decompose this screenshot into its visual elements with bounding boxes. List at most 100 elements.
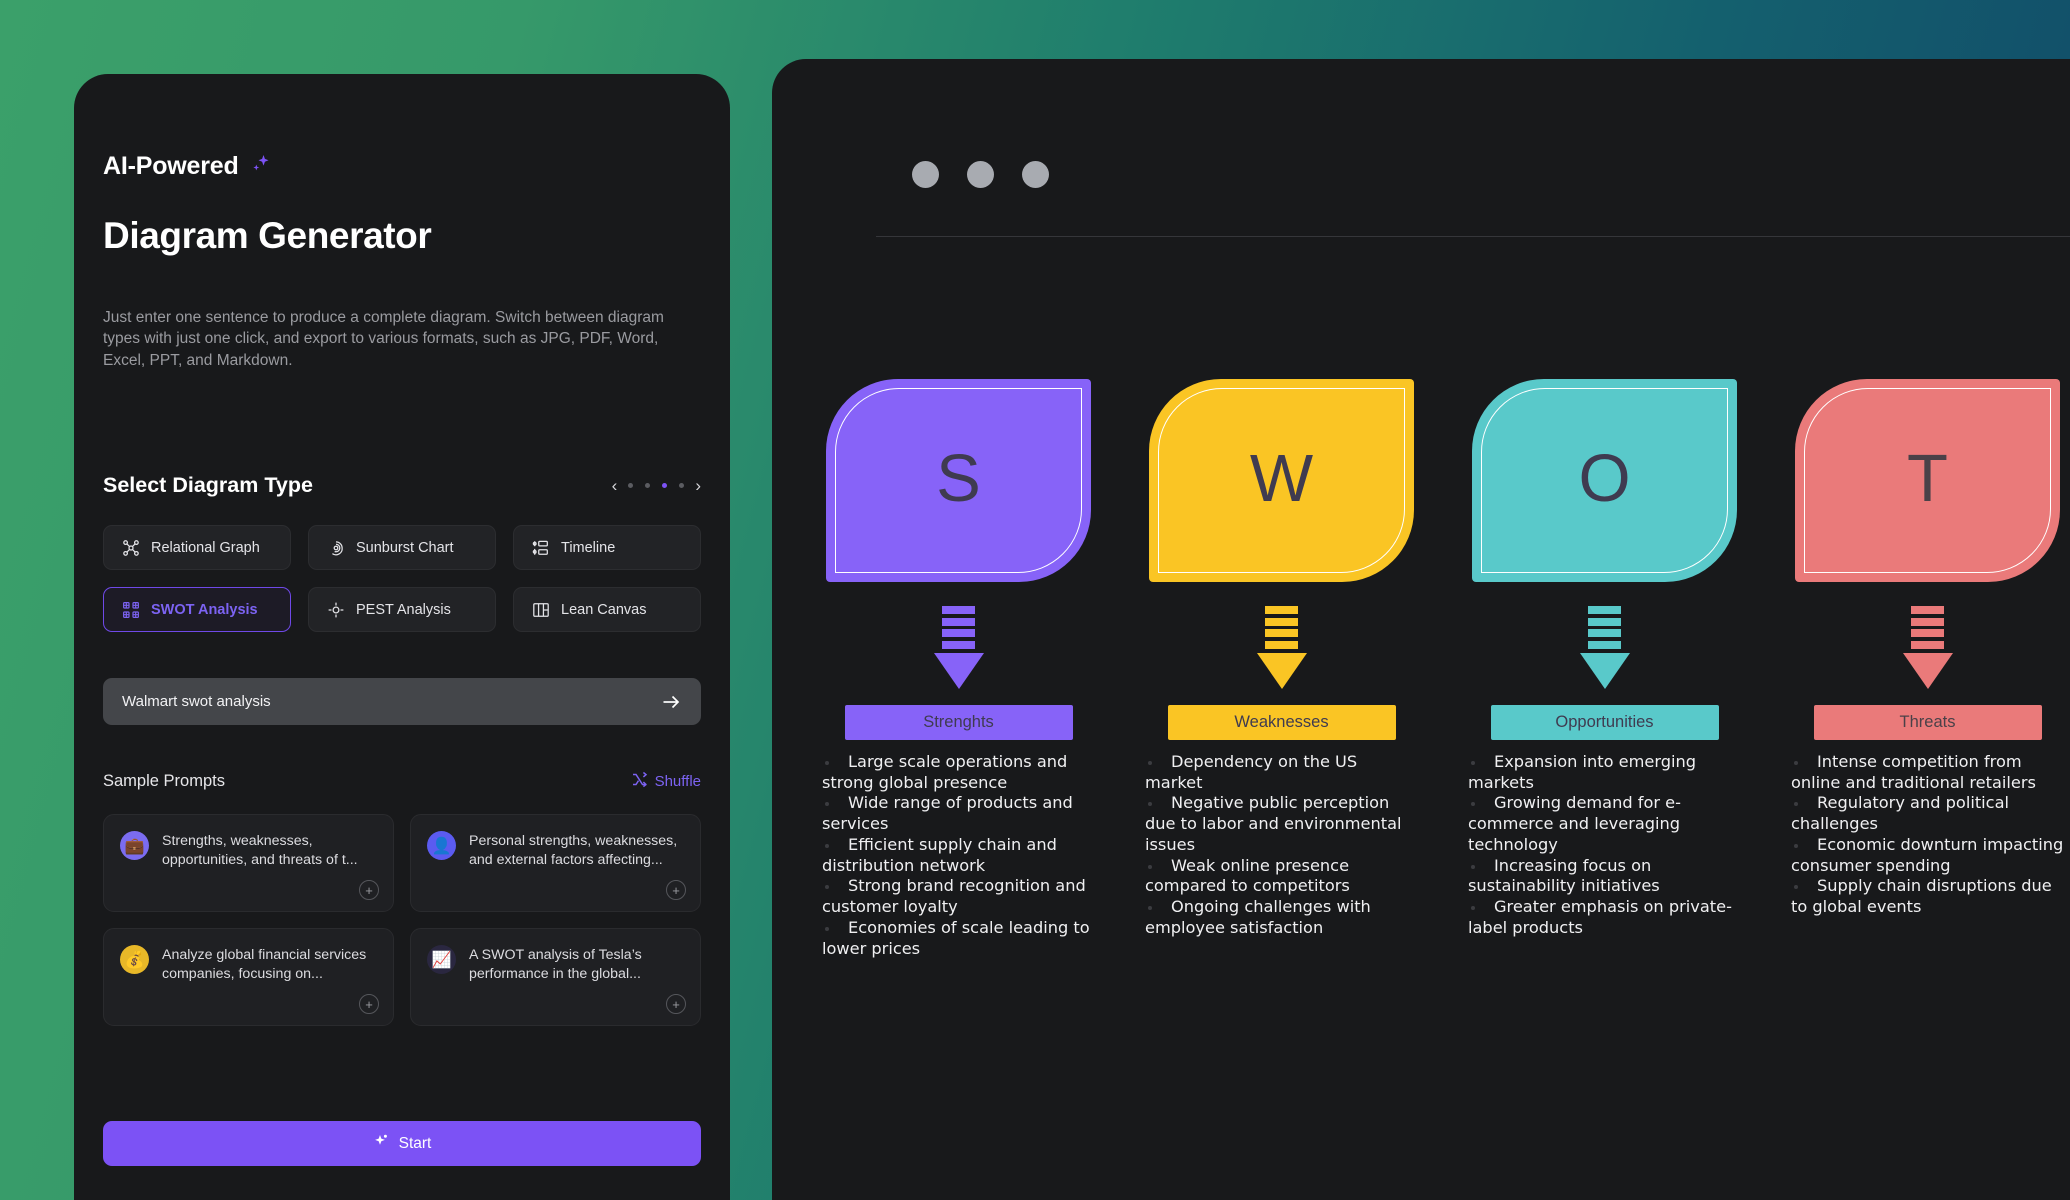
swot-category-label: Threats — [1813, 705, 2042, 740]
diagram-type-label: Timeline — [561, 539, 616, 556]
down-arrow-icon — [1252, 606, 1312, 689]
ai-powered-label: AI-Powered — [103, 152, 239, 180]
timeline-icon — [532, 539, 550, 557]
swot-quadrant-weaknesses: W Weaknesses Dependency on the US market Ne… — [1139, 379, 1424, 1079]
start-label: Start — [398, 1134, 432, 1152]
pest-analysis-icon — [327, 601, 345, 619]
sample-prompt-card[interactable]: 💼 Strengths, weaknesses, opportunities, a… — [103, 814, 394, 913]
diagram-type-lean-canvas[interactable]: Lean Canvas — [513, 587, 701, 633]
swot-letter-shape[interactable]: S — [826, 379, 1091, 582]
add-prompt-button[interactable]: + — [666, 880, 686, 901]
window-dot-close[interactable] — [912, 161, 939, 188]
add-prompt-button[interactable]: + — [359, 880, 379, 901]
swot-quadrant-threats: T Threats Intense competition from online … — [1785, 379, 2070, 1079]
lean-canvas-icon — [532, 601, 550, 619]
swot-category-label: Weaknesses — [1167, 705, 1396, 740]
money-icon: 💰 — [120, 945, 149, 975]
briefcase-icon: 💼 — [120, 831, 149, 861]
diagram-type-label: Sunburst Chart — [356, 539, 454, 556]
down-arrow-icon — [1898, 606, 1958, 689]
pager-dot[interactable] — [679, 483, 685, 489]
swot-quadrant-opportunities: O Opportunities Expansion into emerging ma… — [1462, 379, 1747, 1079]
swot-item: Intense competition from online and trad… — [1791, 752, 2064, 793]
pager-dot[interactable] — [628, 483, 634, 489]
swot-letter: T — [1907, 441, 1948, 516]
diagram-canvas-panel: S Strenghts Large scale operations and str… — [772, 59, 2070, 1200]
swot-quadrant-strenghts: S Strenghts Large scale operations and str… — [816, 379, 1101, 1079]
add-prompt-button[interactable]: + — [666, 994, 686, 1015]
swot-letter-shape[interactable]: T — [1795, 379, 2060, 582]
sample-prompt-text: Analyze global financial services compan… — [162, 947, 367, 983]
diagram-type-swot-analysis[interactable]: SWOT Analysis — [103, 587, 291, 633]
shuffle-label: Shuffle — [654, 773, 701, 791]
add-prompt-button[interactable]: + — [359, 994, 379, 1015]
arrow-right-icon[interactable] — [660, 691, 682, 713]
diagram-type-sunburst-chart[interactable]: Sunburst Chart — [308, 525, 496, 571]
swot-letter-shape[interactable]: W — [1149, 379, 1414, 582]
diagram-type-relational-graph[interactable]: Relational Graph — [103, 525, 291, 571]
swot-item-list: Large scale operations and strong global… — [816, 752, 1101, 959]
prompt-input[interactable] — [122, 693, 660, 711]
sample-prompt-text: Personal strengths, weaknesses, and exte… — [469, 833, 678, 869]
sample-prompt-card[interactable]: 📈 A SWOT analysis of Tesla’s performance … — [410, 928, 701, 1027]
prompt-input-container[interactable] — [103, 678, 701, 726]
swot-item: Expansion into emerging markets — [1468, 752, 1741, 793]
toolbar-divider — [876, 236, 2070, 237]
swot-item: Economic downturn impacting consumer spe… — [1791, 834, 2064, 875]
diagram-type-label: Relational Graph — [151, 539, 260, 556]
sample-prompt-card[interactable]: 👤 Personal strengths, weaknesses, and ext… — [410, 814, 701, 913]
section-title: Select Diagram Type — [103, 473, 313, 498]
sunburst-chart-icon — [327, 539, 345, 557]
shuffle-button[interactable]: Shuffle — [631, 771, 701, 792]
chart-line-icon: 📈 — [427, 945, 456, 975]
pager-dot[interactable] — [645, 483, 651, 489]
swot-item: Dependency on the US market — [1145, 752, 1418, 793]
down-arrow-icon — [929, 606, 989, 689]
swot-category-label: Strenghts — [844, 705, 1073, 740]
swot-item: Wide range of products and services — [822, 793, 1095, 834]
diagram-type-pager: ‹ › — [612, 477, 701, 494]
chevron-left-icon[interactable]: ‹ — [612, 477, 618, 494]
swot-letter-shape[interactable]: O — [1472, 379, 1737, 582]
swot-item: Economies of scale leading to lower pric… — [822, 918, 1095, 959]
sample-prompt-text: A SWOT analysis of Tesla’s performance i… — [469, 947, 642, 983]
down-arrow-icon — [1575, 606, 1635, 689]
window-dot-maximize[interactable] — [1022, 161, 1049, 188]
swot-category-label: Opportunities — [1490, 705, 1719, 740]
person-icon: 👤 — [427, 831, 456, 861]
swot-item-list: Expansion into emerging markets Growing d… — [1462, 752, 1747, 939]
diagram-type-label: PEST Analysis — [356, 601, 451, 618]
sample-prompts-title: Sample Prompts — [103, 772, 225, 791]
swot-letter: O — [1578, 441, 1631, 516]
swot-item: Ongoing challenges with employee satisfa… — [1145, 897, 1418, 938]
swot-letter: S — [936, 441, 981, 516]
swot-item: Weak online presence compared to competi… — [1145, 856, 1418, 897]
diagram-type-pest-analysis[interactable]: PEST Analysis — [308, 587, 496, 633]
diagram-type-timeline[interactable]: Timeline — [513, 525, 701, 571]
sample-prompts-header: Sample Prompts Shuffle — [103, 771, 701, 792]
sparkle-icon — [373, 1133, 390, 1155]
diagram-type-section-header: Select Diagram Type ‹ › — [103, 473, 701, 498]
window-dot-minimize[interactable] — [967, 161, 994, 188]
swot-item: Strong brand recognition and customer lo… — [822, 876, 1095, 917]
sparkle-icon — [249, 153, 271, 180]
sample-prompt-card[interactable]: 💰 Analyze global financial services compa… — [103, 928, 394, 1027]
relational-graph-icon — [122, 539, 140, 557]
swot-item: Regulatory and political challenges — [1791, 793, 2064, 834]
pager-dot[interactable] — [662, 483, 668, 489]
swot-analysis-icon — [122, 601, 140, 619]
swot-item: Negative public perception due to labor … — [1145, 793, 1418, 855]
shuffle-icon — [631, 771, 648, 792]
ai-powered-badge: AI-Powered — [103, 152, 701, 181]
swot-item-list: Dependency on the US market Negative publ… — [1139, 752, 1424, 939]
start-button[interactable]: Start — [103, 1121, 701, 1166]
generator-sidebar-panel: AI-Powered Diagram Generator Just enter … — [74, 74, 730, 1200]
pager-dots — [628, 483, 685, 489]
swot-item: Growing demand for e-commerce and levera… — [1468, 793, 1741, 855]
chevron-right-icon[interactable]: › — [695, 477, 701, 494]
swot-diagram: S Strenghts Large scale operations and str… — [816, 379, 2070, 1079]
diagram-type-label: Lean Canvas — [561, 601, 647, 618]
diagram-type-label: SWOT Analysis — [151, 601, 258, 618]
swot-letter: W — [1249, 441, 1314, 516]
page-title: Diagram Generator — [103, 215, 432, 256]
